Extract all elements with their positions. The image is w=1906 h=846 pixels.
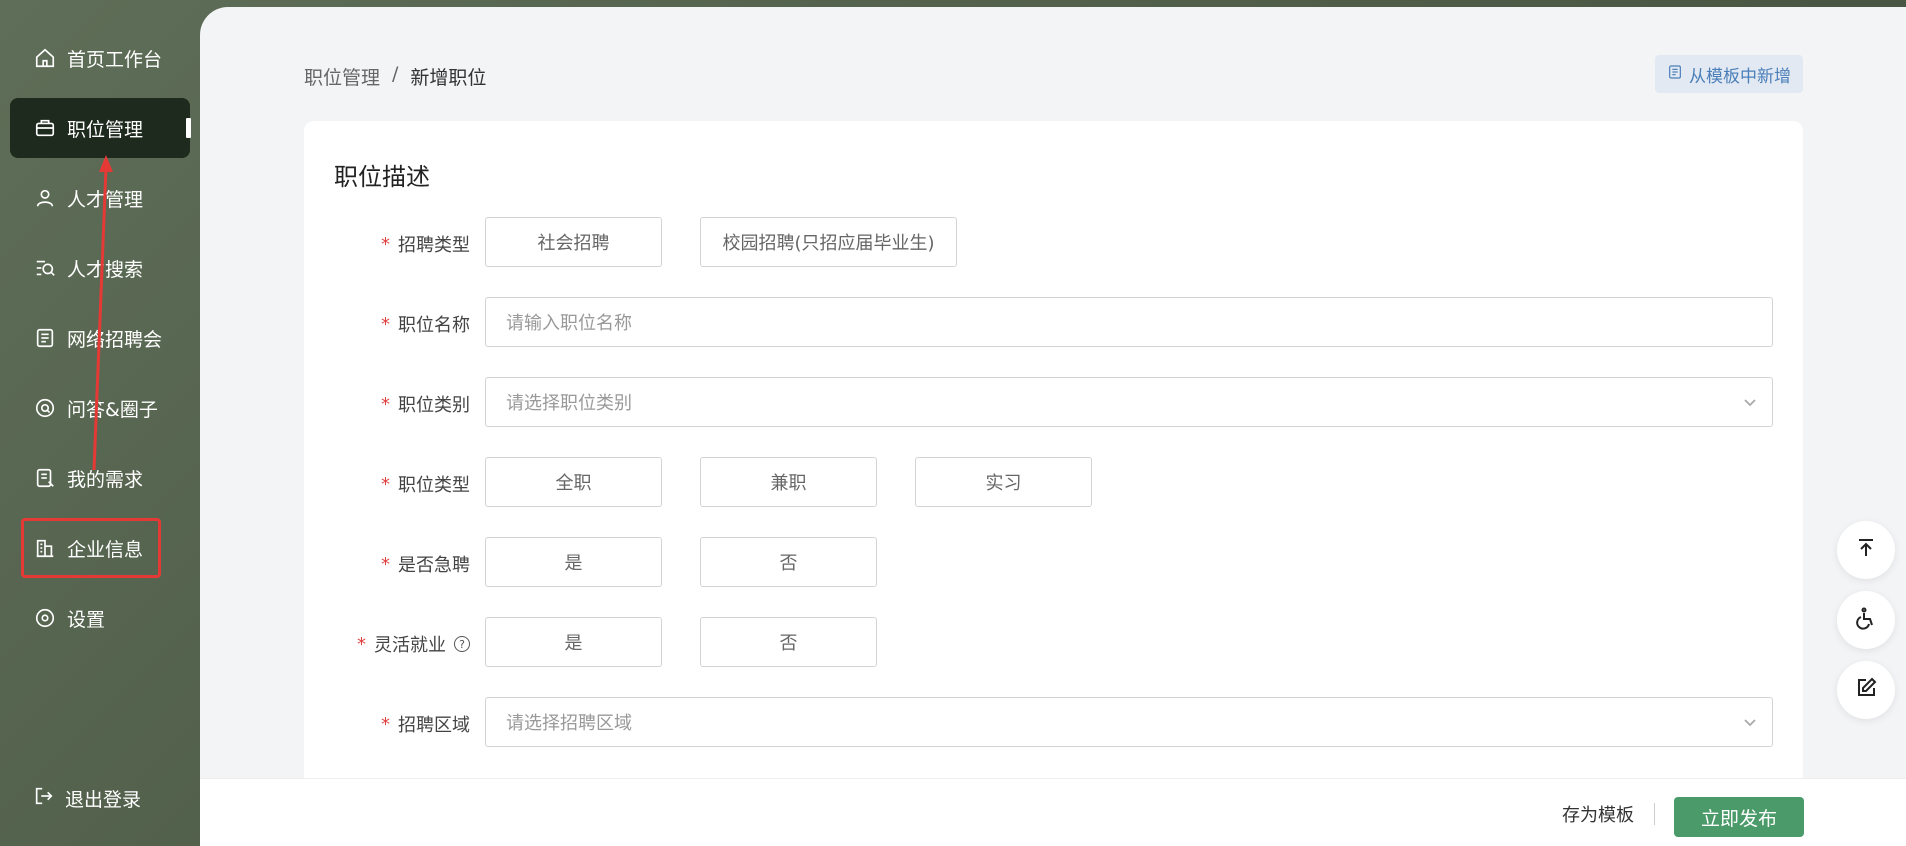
back-to-top-button[interactable] xyxy=(1837,521,1895,579)
breadcrumb: 职位管理 / 新增职位 xyxy=(304,63,486,90)
flexible-yes[interactable]: 是 xyxy=(485,617,662,667)
breadcrumb-root[interactable]: 职位管理 xyxy=(304,63,380,90)
region-label: * 招聘区域 xyxy=(381,713,470,737)
breadcrumb-separator: / xyxy=(392,63,399,85)
job-type-label: * 职位类型 xyxy=(381,473,470,497)
chevron-down-icon xyxy=(1742,714,1758,730)
bottom-action-bar: 存为模板 立即发布 xyxy=(200,778,1906,846)
briefcase-icon xyxy=(33,116,57,140)
sidebar-item-label: 设置 xyxy=(67,608,106,631)
job-name-row: * 职位名称 请输入职位名称 xyxy=(304,297,1803,349)
sidebar-item-home[interactable]: 首页工作台 xyxy=(10,28,190,88)
job-category-row: * 职位类别 请选择职位类别 xyxy=(304,377,1803,429)
help-icon[interactable]: ? xyxy=(454,636,470,652)
sidebar-item-talent-manage[interactable]: 人才管理 xyxy=(10,168,190,228)
main-panel: 职位管理 / 新增职位 从模板中新增 职位描述 * 招聘类型 社会招聘 校园招聘(… xyxy=(200,7,1906,846)
job-type-parttime[interactable]: 兼职 xyxy=(700,457,877,507)
sidebar-item-talent-search[interactable]: 人才搜索 xyxy=(10,238,190,298)
document-icon xyxy=(33,326,57,350)
template-button-label: 从模板中新增 xyxy=(1689,66,1791,87)
job-category-label: * 职位类别 xyxy=(381,393,470,417)
publish-button[interactable]: 立即发布 xyxy=(1674,797,1804,837)
note-icon xyxy=(33,466,57,490)
job-category-select[interactable]: 请选择职位类别 xyxy=(485,377,1773,427)
sidebar-item-label: 网络招聘会 xyxy=(67,328,163,351)
sidebar-item-needs[interactable]: 我的需求 xyxy=(10,448,190,508)
job-type-fulltime[interactable]: 全职 xyxy=(485,457,662,507)
sidebar-item-label: 首页工作台 xyxy=(67,48,163,71)
form-title: 职位描述 xyxy=(334,163,430,191)
sidebar: 首页工作台 职位管理 人才管理 人才搜索 网络招聘会 问答&圈子 我的需求 企业… xyxy=(0,0,200,846)
edit-feedback-button[interactable] xyxy=(1837,661,1895,719)
logout-button[interactable]: 退出登录 xyxy=(33,785,141,812)
recruit-type-row: * 招聘类型 社会招聘 校园招聘(只招应届毕业生) xyxy=(304,217,1803,269)
breadcrumb-current: 新增职位 xyxy=(410,67,487,89)
edit-icon xyxy=(1854,676,1878,704)
flexible-row: * 灵活就业? 是 否 xyxy=(304,617,1803,669)
sidebar-item-label: 人才搜索 xyxy=(67,258,144,281)
job-category-placeholder: 请选择职位类别 xyxy=(506,393,632,414)
urgent-row: * 是否急聘 是 否 xyxy=(304,537,1803,589)
job-type-intern[interactable]: 实习 xyxy=(915,457,1092,507)
sidebar-item-jobs[interactable]: 职位管理 xyxy=(10,98,191,158)
search-list-icon xyxy=(33,256,57,280)
template-icon xyxy=(1667,64,1683,85)
urgent-label: * 是否急聘 xyxy=(381,553,470,577)
region-select[interactable]: 请选择招聘区域 xyxy=(485,697,1773,747)
divider xyxy=(1654,803,1655,825)
sidebar-item-label: 我的需求 xyxy=(67,468,144,491)
region-row: * 招聘区域 请选择招聘区域 xyxy=(304,697,1803,749)
flexible-label: * 灵活就业? xyxy=(304,631,470,657)
sidebar-item-label: 职位管理 xyxy=(67,118,144,141)
building-icon xyxy=(33,536,57,560)
user-icon xyxy=(33,186,57,210)
add-from-template-button[interactable]: 从模板中新增 xyxy=(1655,55,1803,93)
arrow-up-icon xyxy=(1854,536,1878,564)
wheelchair-icon xyxy=(1854,606,1878,634)
region-placeholder: 请选择招聘区域 xyxy=(506,713,632,734)
recruit-type-social[interactable]: 社会招聘 xyxy=(485,217,662,267)
sidebar-item-label: 问答&圈子 xyxy=(67,398,158,421)
urgent-yes[interactable]: 是 xyxy=(485,537,662,587)
job-name-input[interactable]: 请输入职位名称 xyxy=(485,297,1773,347)
sidebar-item-label: 企业信息 xyxy=(67,538,144,561)
urgent-no[interactable]: 否 xyxy=(700,537,877,587)
sidebar-item-settings[interactable]: 设置 xyxy=(10,588,190,648)
logout-label: 退出登录 xyxy=(65,789,142,811)
save-as-template-button[interactable]: 存为模板 xyxy=(1562,801,1634,827)
recruit-type-campus[interactable]: 校园招聘(只招应届毕业生) xyxy=(700,217,957,267)
home-icon xyxy=(33,46,57,70)
recruit-type-label: * 招聘类型 xyxy=(381,233,470,257)
question-icon xyxy=(33,396,57,420)
chevron-down-icon xyxy=(1742,394,1758,410)
flexible-no[interactable]: 否 xyxy=(700,617,877,667)
settings-icon xyxy=(33,606,57,630)
job-type-row: * 职位类型 全职 兼职 实习 xyxy=(304,457,1803,509)
sidebar-item-job-fair[interactable]: 网络招聘会 xyxy=(10,308,190,368)
job-name-label: * 职位名称 xyxy=(381,313,470,337)
sidebar-item-qa[interactable]: 问答&圈子 xyxy=(10,378,190,438)
sidebar-item-label: 人才管理 xyxy=(67,188,144,211)
sidebar-item-company-info[interactable]: 企业信息 xyxy=(21,518,161,578)
accessibility-button[interactable] xyxy=(1837,591,1895,649)
form-card: 职位描述 * 招聘类型 社会招聘 校园招聘(只招应届毕业生) * 职位名称 请输入职… xyxy=(304,121,1803,801)
logout-icon xyxy=(33,785,65,812)
